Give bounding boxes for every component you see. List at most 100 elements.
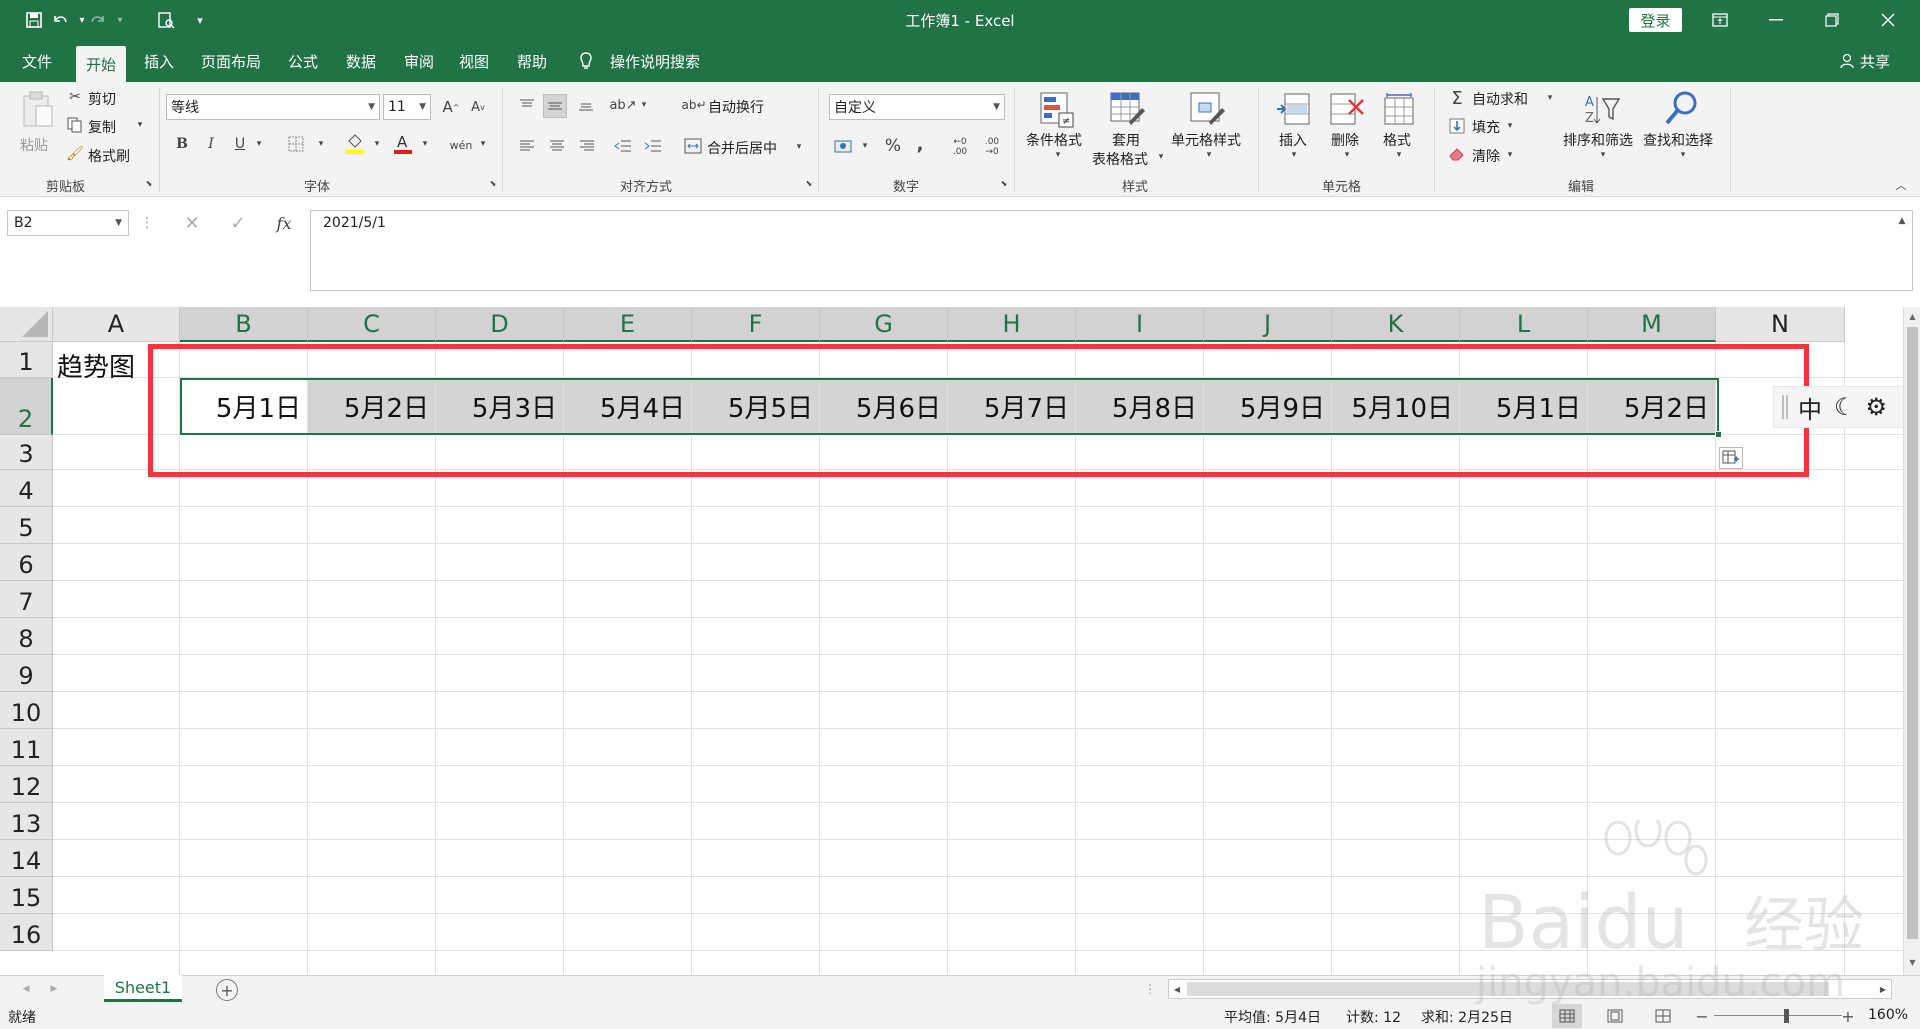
row-header[interactable]: 8 — [0, 618, 53, 655]
row-header[interactable]: 11 — [0, 729, 53, 766]
autosum-dropdown-icon[interactable]: ▾ — [1545, 89, 1555, 107]
italic-icon[interactable]: I — [203, 134, 219, 154]
delete-cells-button[interactable]: 删除 — [1331, 130, 1359, 150]
sheet-tab-sheet1[interactable]: Sheet1 — [104, 975, 182, 1002]
alignment-launcher-icon[interactable]: ⬊ — [804, 178, 814, 188]
fill-color-icon[interactable] — [344, 132, 366, 156]
formula-input[interactable]: 2021/5/1 — [310, 210, 1913, 291]
close-icon[interactable] — [1864, 0, 1912, 40]
merge-dropdown-icon[interactable]: ▾ — [794, 138, 804, 156]
tab-view[interactable]: 视图 — [459, 49, 489, 73]
insert-cells-button[interactable]: 插入 — [1279, 130, 1307, 150]
scroll-up-icon[interactable]: ▲ — [1907, 309, 1918, 323]
row-header[interactable]: 16 — [0, 914, 53, 951]
align-left-icon[interactable] — [516, 135, 538, 157]
normal-view-icon[interactable] — [1552, 1004, 1582, 1028]
number-format-select[interactable]: 自定义 ▼ — [829, 94, 1005, 120]
row-header[interactable]: 2 — [0, 378, 53, 435]
tab-home[interactable]: 开始 — [76, 46, 127, 82]
find-select-button[interactable]: 查找和选择 — [1643, 130, 1713, 150]
row-header[interactable]: 9 — [0, 655, 53, 692]
table-format-dropdown-icon[interactable]: ▾ — [1156, 150, 1166, 164]
enter-icon[interactable]: ✓ — [226, 210, 250, 236]
row-header[interactable]: 1 — [0, 342, 53, 378]
page-layout-view-icon[interactable] — [1600, 1004, 1630, 1028]
column-header[interactable]: F — [692, 307, 820, 342]
add-sheet-icon[interactable]: + — [216, 979, 238, 1001]
conditional-format-button[interactable]: 条件格式 — [1026, 130, 1082, 150]
tab-insert[interactable]: 插入 — [144, 49, 174, 73]
cell-a1[interactable]: 趋势图 — [57, 347, 135, 384]
scroll-right-sheet-icon[interactable]: ▶ — [48, 981, 60, 997]
format-cells-button[interactable]: 格式 — [1383, 130, 1411, 150]
cell-row2[interactable]: 5月10日 — [1332, 378, 1459, 434]
zoom-in-icon[interactable]: + — [1840, 1006, 1856, 1026]
tab-file[interactable]: 文件 — [22, 49, 52, 73]
increase-indent-icon[interactable] — [642, 135, 664, 157]
restore-icon[interactable] — [1808, 0, 1856, 40]
row-header[interactable]: 10 — [0, 692, 53, 729]
copy-button[interactable]: 复制 — [88, 117, 116, 137]
zoom-level[interactable]: 160% — [1868, 1007, 1908, 1023]
sort-filter-button[interactable]: 排序和筛选 — [1563, 130, 1633, 150]
paste-icon[interactable] — [18, 88, 58, 132]
horizontal-scrollbar[interactable]: ◀ ▶ — [1168, 979, 1892, 999]
row-header[interactable]: 7 — [0, 581, 53, 618]
vertical-scrollbar[interactable]: ▲ ▼ — [1903, 307, 1920, 975]
cell-row2[interactable]: 5月7日 — [948, 378, 1075, 434]
format-painter-button[interactable]: 格式刷 — [88, 146, 130, 166]
column-header[interactable]: B — [180, 307, 308, 342]
wrap-text-button[interactable]: 自动换行 — [708, 97, 764, 117]
row-header[interactable]: 4 — [0, 470, 53, 507]
select-all-corner[interactable] — [0, 307, 53, 342]
expand-formula-icon[interactable]: ▲ — [1896, 215, 1908, 227]
moon-icon[interactable]: ☾ — [1834, 393, 1856, 421]
copy-dropdown-icon[interactable]: ▾ — [134, 116, 146, 134]
merge-center-button[interactable]: 合并后居中 — [707, 138, 777, 158]
underline-dropdown-icon[interactable]: ▾ — [254, 134, 264, 154]
align-top-icon[interactable] — [516, 94, 538, 116]
drag-handle-icon[interactable] — [1782, 395, 1788, 419]
clear-dropdown-icon[interactable]: ▾ — [1505, 146, 1515, 164]
tab-page-layout[interactable]: 页面布局 — [201, 49, 261, 73]
decrease-decimal-icon[interactable]: .00 →0 — [980, 135, 1004, 159]
column-header[interactable]: D — [436, 307, 564, 342]
borders-icon[interactable] — [286, 134, 306, 154]
scroll-down-icon[interactable]: ▼ — [1907, 955, 1918, 969]
column-header[interactable]: L — [1460, 307, 1588, 342]
underline-icon[interactable]: U — [232, 134, 248, 154]
font-size-select[interactable]: 11 ▼ — [383, 94, 431, 120]
cell-styles-dropdown-icon[interactable]: ▾ — [1204, 148, 1214, 162]
column-header[interactable]: K — [1332, 307, 1460, 342]
font-color-dropdown-icon[interactable]: ▾ — [420, 134, 430, 154]
zoom-slider[interactable] — [1714, 1015, 1842, 1016]
ribbon-display-icon[interactable] — [1696, 0, 1744, 40]
column-header[interactable]: I — [1076, 307, 1204, 342]
increase-font-icon[interactable]: A ^ — [441, 96, 461, 118]
ime-language-toggle[interactable]: 中 — [1798, 390, 1822, 425]
clear-button[interactable]: 清除 — [1472, 146, 1500, 166]
scroll-thumb[interactable] — [1907, 327, 1918, 939]
scroll-right-icon[interactable]: ▶ — [1877, 983, 1889, 995]
align-right-icon[interactable] — [576, 135, 598, 157]
lightbulb-icon[interactable] — [578, 49, 594, 73]
cell-row2[interactable]: 5月4日 — [564, 378, 691, 434]
column-header[interactable]: N — [1716, 307, 1845, 342]
insert-dropdown-icon[interactable]: ▾ — [1289, 148, 1299, 162]
cell-row2[interactable]: 5月2日 — [1588, 378, 1715, 434]
cell-row2[interactable]: 5月3日 — [436, 378, 563, 434]
gear-icon[interactable]: ⚙ — [1866, 393, 1888, 421]
cell-row2[interactable]: 5月6日 — [820, 378, 947, 434]
comma-style-icon[interactable]: , — [912, 133, 928, 155]
zoom-out-icon[interactable]: − — [1694, 1006, 1710, 1026]
row-header[interactable]: 12 — [0, 766, 53, 803]
cancel-icon[interactable]: ✕ — [180, 210, 204, 236]
cell-row2[interactable]: 5月1日 — [180, 378, 307, 434]
conditional-dropdown-icon[interactable]: ▾ — [1053, 148, 1063, 162]
align-middle-icon[interactable] — [543, 94, 567, 118]
fill-dropdown-icon[interactable]: ▾ — [372, 134, 382, 154]
fill-handle[interactable] — [1715, 431, 1722, 438]
h-scroll-thumb[interactable] — [1187, 982, 1829, 996]
quick-analysis-icon[interactable] — [1719, 447, 1743, 469]
cell-styles-button[interactable]: 单元格样式 — [1171, 130, 1241, 150]
